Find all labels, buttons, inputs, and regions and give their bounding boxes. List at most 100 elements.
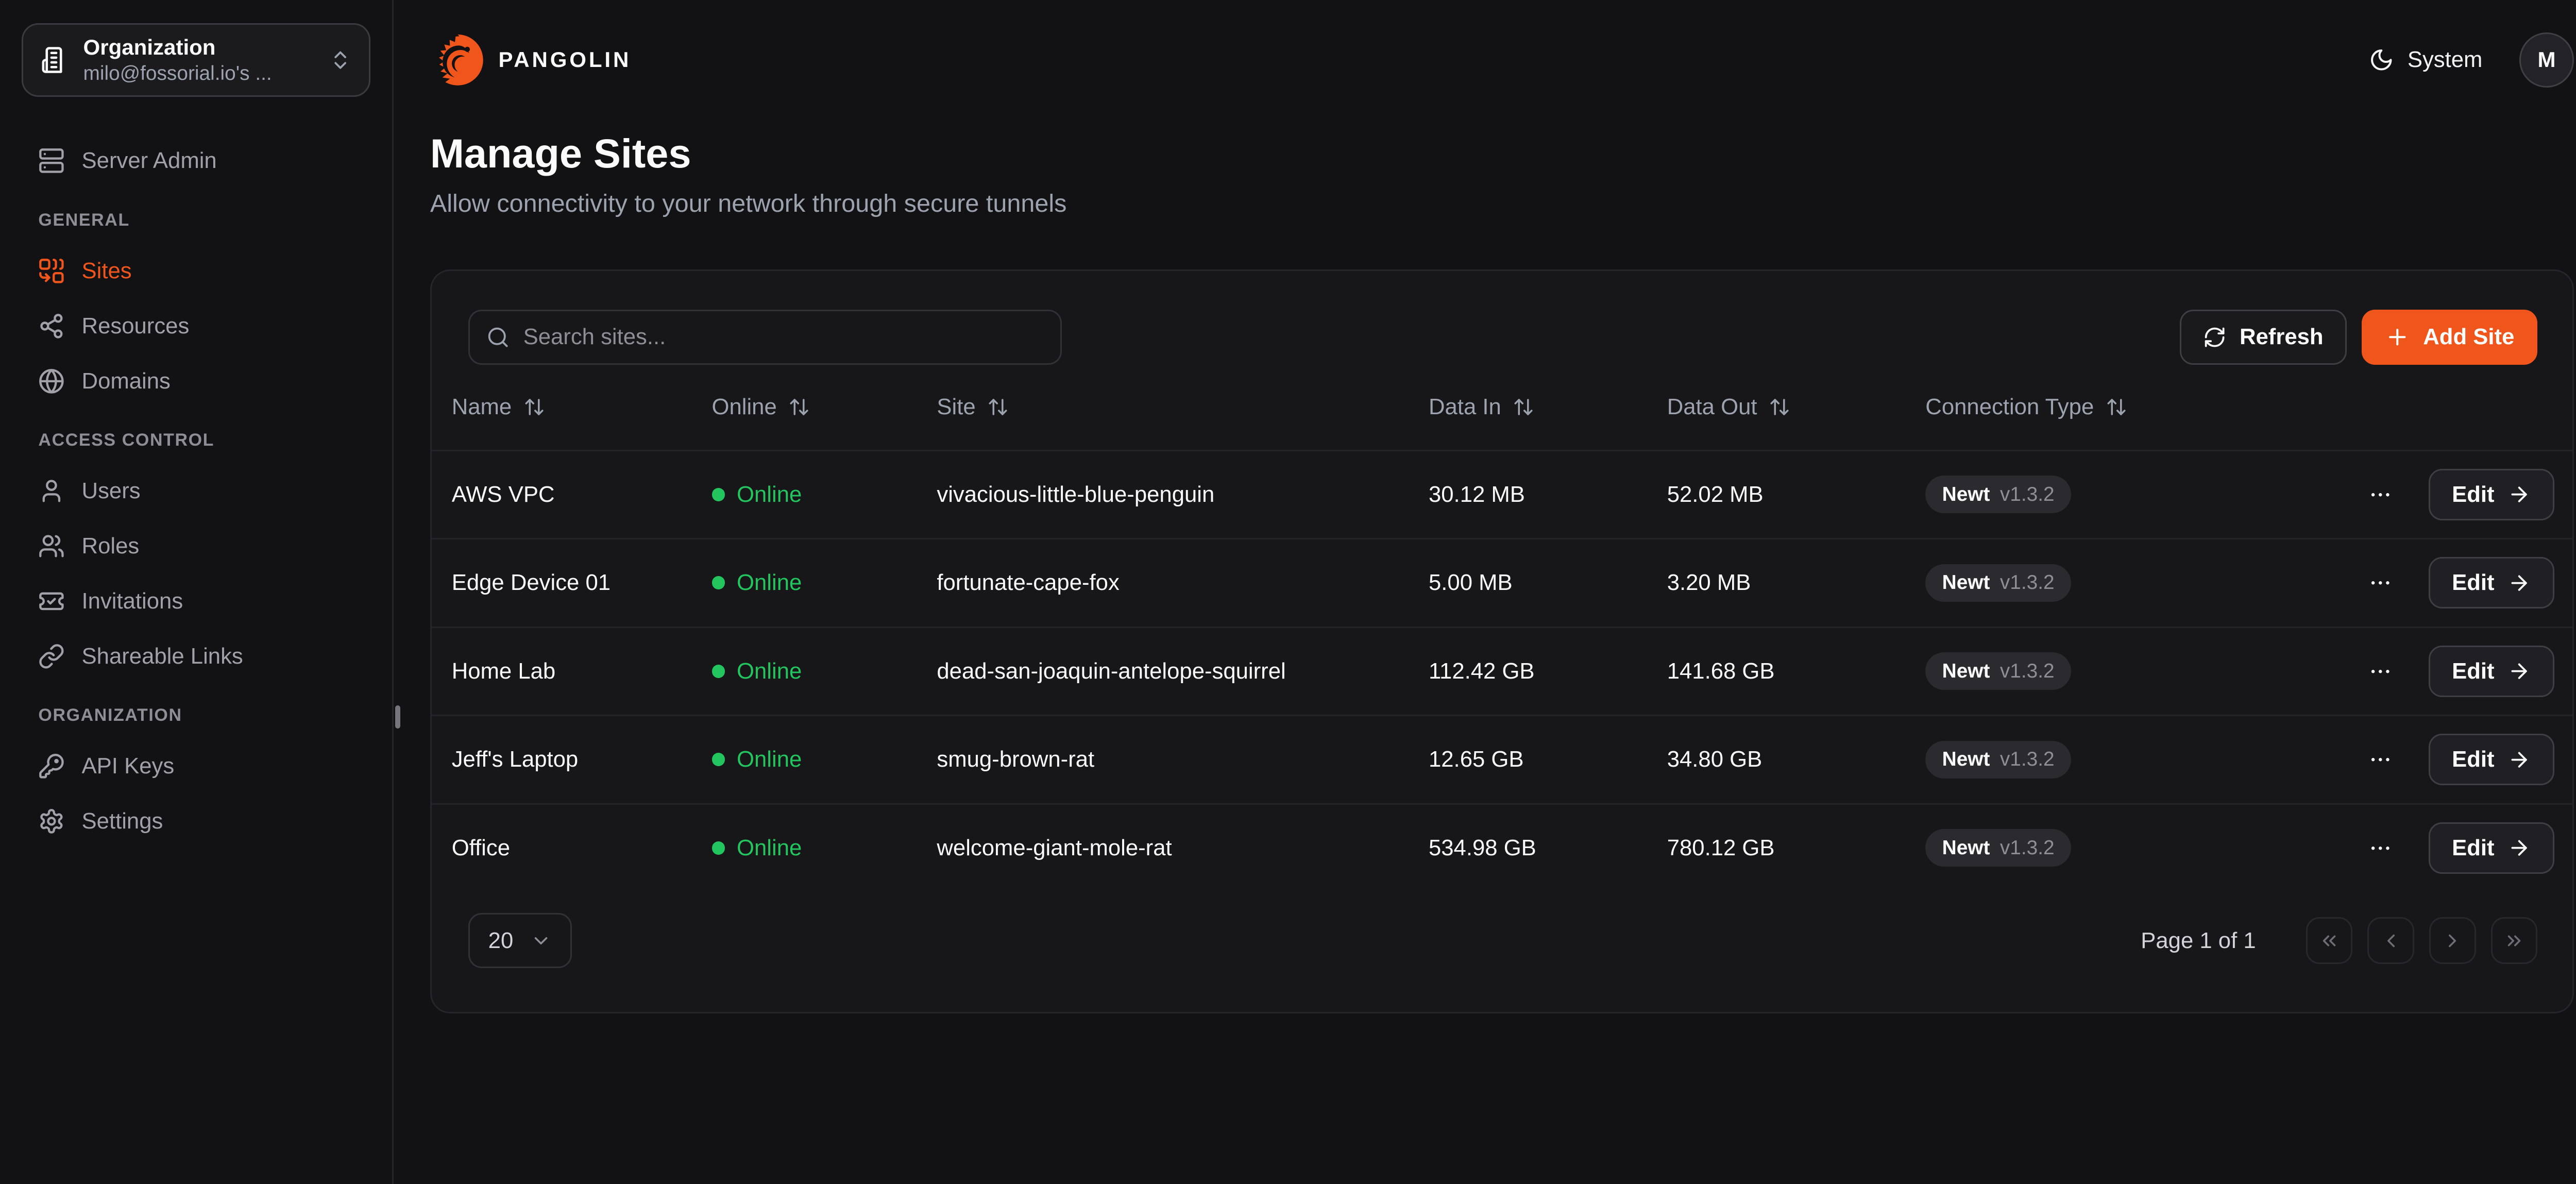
search-box[interactable] (468, 310, 1062, 365)
sidebar-item-domains[interactable]: Domains (22, 353, 370, 409)
row-menu-button[interactable] (2360, 475, 2400, 515)
org-switcher-value: milo@fossorial.io's ... (83, 61, 314, 87)
table-row: Home Lab Online dead-san-joaquin-antelop… (432, 627, 2573, 715)
first-page-button[interactable] (2306, 917, 2353, 964)
search-icon (486, 326, 510, 349)
sidebar-item-label: Users (82, 478, 141, 504)
data-in: 30.12 MB (1429, 482, 1667, 508)
app-root: Organization milo@fossorial.io's ... Ser… (0, 0, 2576, 1184)
sort-icon (523, 396, 545, 418)
add-site-button[interactable]: Add Site (2362, 310, 2538, 365)
online-dot-icon (712, 665, 725, 678)
next-page-button[interactable] (2429, 917, 2476, 964)
sites-card: Refresh Add Site Name Onl (430, 269, 2574, 1013)
sidebar-item-label: Sites (82, 258, 132, 284)
previous-page-button[interactable] (2367, 917, 2414, 964)
org-switcher[interactable]: Organization milo@fossorial.io's ... (22, 23, 370, 96)
data-in: 112.42 GB (1429, 658, 1667, 684)
chevron-down-icon (530, 930, 552, 952)
arrow-right-icon (2507, 836, 2531, 859)
brand-name: PANGOLIN (499, 47, 632, 72)
column-header-online[interactable]: Online (712, 394, 937, 420)
site-name: Home Lab (452, 658, 712, 684)
column-header-name[interactable]: Name (452, 394, 712, 420)
theme-toggle[interactable]: System (2369, 47, 2482, 73)
avatar[interactable]: M (2519, 32, 2574, 88)
edit-button[interactable]: Edit (2429, 557, 2554, 608)
table-header-row: Name Online Site Data In Data Out (432, 365, 2573, 450)
site-slug: smug-brown-rat (937, 747, 1429, 772)
search-input[interactable] (523, 324, 1044, 350)
page-size-select[interactable]: 20 (468, 913, 572, 968)
sidebar-item-shareable-links[interactable]: Shareable Links (22, 629, 370, 684)
main-content: PANGOLIN System M Manage Sites Allow con… (394, 0, 2576, 1184)
sidebar-item-resources[interactable]: Resources (22, 298, 370, 353)
site-name: Office (452, 835, 712, 861)
refresh-icon (2203, 326, 2226, 349)
table-footer: 20 Page 1 of 1 (432, 891, 2573, 968)
share-icon (38, 313, 65, 340)
column-header-data-out[interactable]: Data Out (1667, 394, 1926, 420)
sidebar-item-server-admin[interactable]: Server Admin (22, 133, 370, 189)
sidebar-nav: Server Admin GENERAL Sites Resources Dom (22, 133, 370, 849)
status-badge: Online (712, 747, 937, 772)
sidebar-item-label: Roles (82, 533, 140, 559)
row-menu-button[interactable] (2360, 828, 2400, 868)
edit-button[interactable]: Edit (2429, 822, 2554, 874)
site-name: AWS VPC (452, 482, 712, 508)
row-menu-button[interactable] (2360, 651, 2400, 691)
connection-type-badge: Newtv1.3.2 (1925, 741, 2071, 779)
online-dot-icon (712, 576, 725, 589)
status-badge: Online (712, 658, 937, 684)
site-slug: vivacious-little-blue-penguin (937, 482, 1429, 508)
user-icon (38, 478, 65, 504)
data-out: 780.12 GB (1667, 835, 1926, 861)
edit-button[interactable]: Edit (2429, 469, 2554, 520)
users-icon (38, 533, 65, 560)
status-badge: Online (712, 482, 937, 508)
connection-type-badge: Newtv1.3.2 (1925, 476, 2071, 513)
globe-icon (38, 368, 65, 395)
column-header-connection-type[interactable]: Connection Type (1925, 394, 2326, 420)
sidebar-item-settings[interactable]: Settings (22, 794, 370, 849)
sidebar-item-label: Domains (82, 368, 171, 394)
arrow-right-icon (2507, 748, 2531, 771)
arrow-right-icon (2507, 571, 2531, 595)
link-icon (38, 643, 65, 670)
data-in: 534.98 GB (1429, 835, 1667, 861)
connection-type-badge: Newtv1.3.2 (1925, 652, 2071, 690)
column-header-site[interactable]: Site (937, 394, 1429, 420)
sidebar-section-organization: ORGANIZATION (38, 705, 370, 725)
data-in: 12.65 GB (1429, 747, 1667, 772)
edit-button[interactable]: Edit (2429, 646, 2554, 697)
top-bar: PANGOLIN System M (394, 0, 2576, 120)
refresh-button[interactable]: Refresh (2180, 310, 2347, 365)
chevrons-left-icon (2318, 930, 2340, 952)
sidebar-item-label: API Keys (82, 753, 175, 779)
sidebar-item-invitations[interactable]: Invitations (22, 573, 370, 629)
brand-logo: PANGOLIN (430, 32, 631, 88)
column-header-data-in[interactable]: Data In (1429, 394, 1667, 420)
sidebar-item-api-keys[interactable]: API Keys (22, 739, 370, 794)
org-switcher-label: Organization (83, 34, 314, 61)
row-menu-button[interactable] (2360, 740, 2400, 780)
avatar-initial: M (2537, 47, 2555, 72)
site-slug: welcome-giant-mole-rat (937, 835, 1429, 861)
sidebar-item-label: Invitations (82, 588, 183, 614)
chevrons-up-down-icon (329, 48, 352, 72)
last-page-button[interactable] (2491, 917, 2538, 964)
arrow-right-icon (2507, 659, 2531, 683)
key-icon (38, 753, 65, 780)
sidebar-item-users[interactable]: Users (22, 464, 370, 519)
online-dot-icon (712, 841, 725, 855)
row-menu-button[interactable] (2360, 563, 2400, 603)
chevrons-right-icon (2503, 930, 2525, 952)
sidebar-item-sites[interactable]: Sites (22, 244, 370, 299)
sidebar-item-roles[interactable]: Roles (22, 519, 370, 574)
sort-icon (2106, 396, 2127, 418)
moon-icon (2369, 47, 2394, 73)
sidebar-section-general: GENERAL (38, 210, 370, 230)
sidebar-item-label: Settings (82, 808, 163, 834)
theme-label: System (2408, 47, 2483, 73)
edit-button[interactable]: Edit (2429, 734, 2554, 785)
